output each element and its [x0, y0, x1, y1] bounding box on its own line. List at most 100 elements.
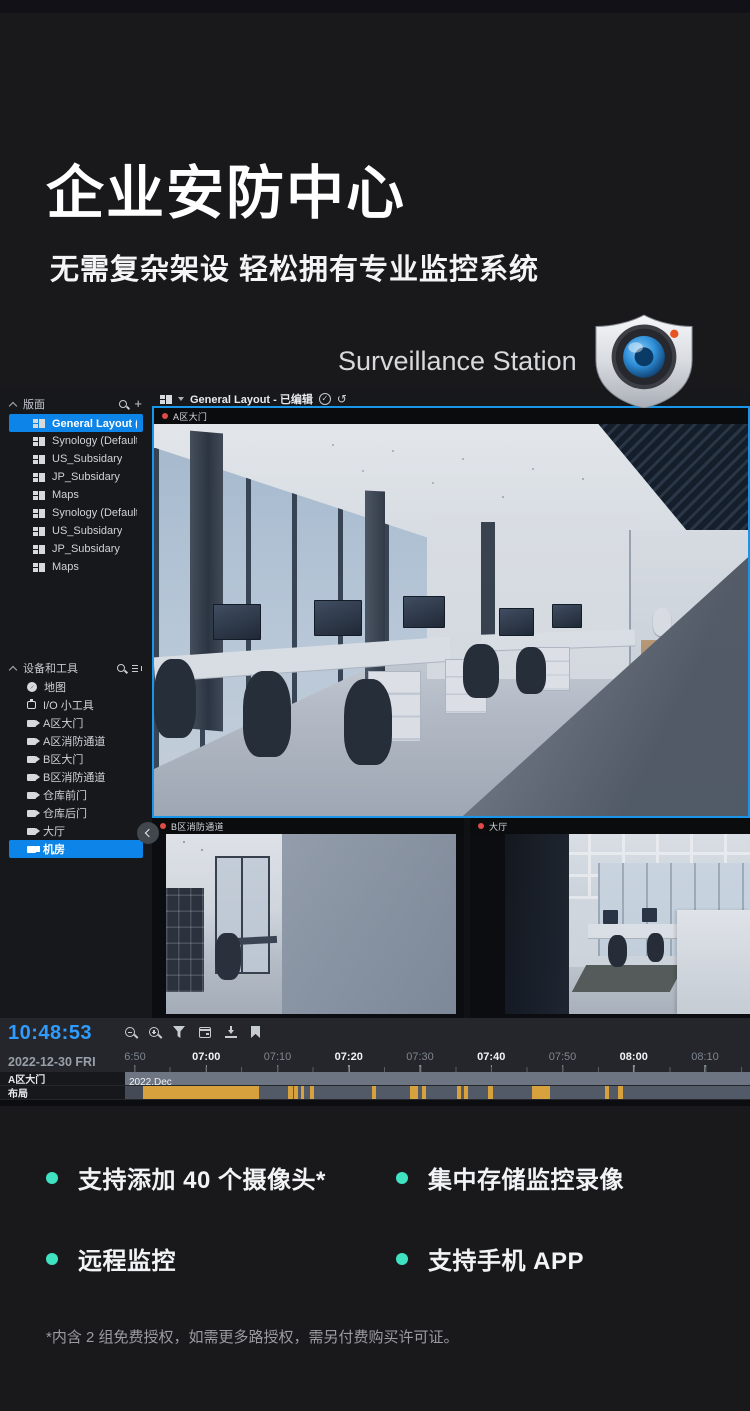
- recording-segment: [464, 1086, 468, 1099]
- sidebar-device-item[interactable]: B区消防通道: [9, 768, 143, 786]
- sidebar-device-item[interactable]: A区消防通道: [9, 732, 143, 750]
- layouts-section-header[interactable]: 版面 +: [0, 394, 152, 414]
- sidebar-layout-item[interactable]: Synology (Default): [9, 432, 143, 450]
- bookmark-icon[interactable]: [251, 1026, 260, 1038]
- layout-grid-icon[interactable]: [160, 395, 172, 404]
- feature-grid: 支持添加 40 个摄像头* 集中存储监控录像 远程监控 支持手机 APP: [46, 1160, 716, 1276]
- search-icon[interactable]: [117, 664, 125, 672]
- timeline-row-layout: 布局: [0, 1086, 750, 1099]
- sidebar-device-item[interactable]: 仓库前门: [9, 786, 143, 804]
- surveillance-shield-camera-icon: [588, 314, 700, 408]
- calendar-icon[interactable]: [199, 1027, 211, 1038]
- camera-tile-bottom-right[interactable]: 大厅: [470, 818, 750, 1018]
- search-icon[interactable]: [119, 400, 127, 408]
- tick-label: 08:00: [620, 1051, 648, 1063]
- tick-label: 6:50: [124, 1051, 145, 1063]
- page-title: 企业安防中心: [46, 146, 406, 230]
- sidebar-item-label: JP_Subsidary: [52, 543, 120, 555]
- devices-section-header[interactable]: 设备和工具: [0, 658, 152, 678]
- camera-tile-label: A区大门: [154, 408, 748, 424]
- timeline-row-label: A区大门: [0, 1072, 125, 1085]
- timeline-ruler[interactable]: 6:50 07:00 07:10 07:20 07:30 07:40 07:50…: [125, 1044, 750, 1072]
- layout-panes-icon: [33, 491, 45, 500]
- feature-label: 远程监控: [78, 1241, 176, 1276]
- sidebar-layout-item[interactable]: Maps: [9, 486, 143, 504]
- chevron-down-icon[interactable]: [178, 397, 184, 401]
- sidebar-item-label: 仓库前门: [43, 787, 87, 803]
- timeline-bottom-strip: [0, 1100, 750, 1106]
- io-icon: [27, 701, 36, 709]
- sidebar-layout-item[interactable]: US_Subsidary: [9, 522, 143, 540]
- sidebar-item-label: A区大门: [43, 715, 83, 731]
- bullet-dot-icon: [396, 1253, 408, 1265]
- tick-mark: [419, 1065, 421, 1072]
- tick-mark: [348, 1065, 350, 1072]
- recording-dot-icon: [160, 823, 166, 829]
- camera-tile-main[interactable]: A区大门: [152, 406, 750, 818]
- license-footnote: *内含 2 组免费授权，如需更多路授权，需另付费购买许可证。: [46, 1326, 459, 1347]
- tick-label: 07:00: [192, 1051, 220, 1063]
- chevron-up-icon[interactable]: [9, 401, 17, 409]
- undo-icon[interactable]: ↺: [337, 393, 347, 405]
- sidebar-device-item[interactable]: B区大门: [9, 750, 143, 768]
- timeline-date: 2022-12-30 FRI: [8, 1055, 96, 1069]
- camera-tile-bottom-left[interactable]: B区消防通道: [152, 818, 464, 1018]
- sidebar-device-item[interactable]: A区大门: [9, 714, 143, 732]
- camera-video-hallway-scene: [166, 834, 456, 1014]
- sidebar-layout-item[interactable]: JP_Subsidary: [9, 540, 143, 558]
- sidebar-device-item[interactable]: 地图: [9, 678, 143, 696]
- timeline-row-label: 布局: [0, 1086, 125, 1099]
- sidebar-device-item[interactable]: 大厅: [9, 822, 143, 840]
- camera-icon: [27, 846, 36, 853]
- sort-icon[interactable]: [132, 664, 142, 673]
- tick-label: 07:30: [406, 1051, 434, 1063]
- download-icon[interactable]: [225, 1026, 237, 1038]
- camera-icon: [27, 738, 36, 745]
- sidebar-item-label: Maps: [52, 561, 79, 573]
- add-icon[interactable]: +: [134, 399, 142, 409]
- tick-mark: [704, 1065, 706, 1072]
- sidebar-layout-item[interactable]: US_Subsidary: [9, 450, 143, 468]
- layout-panes-icon: [33, 455, 45, 464]
- tick-label: 08:10: [691, 1051, 719, 1063]
- sidebar-device-item[interactable]: 机房: [9, 840, 143, 858]
- current-layout-title[interactable]: General Layout - 已编辑: [190, 391, 313, 407]
- filter-icon[interactable]: [173, 1026, 185, 1038]
- sidebar-layout-item[interactable]: Maps: [9, 558, 143, 576]
- check-circle-icon[interactable]: ✓: [319, 393, 331, 405]
- feature-item: 支持手机 APP: [396, 1241, 706, 1276]
- device-list: 地图 I/O 小工具 A区大门 A区消防通道 B区大门 B区消防通道 仓库前门 …: [0, 678, 152, 858]
- sidebar-collapse-button[interactable]: [137, 822, 159, 844]
- tick-label: 07:40: [477, 1051, 505, 1063]
- sidebar-layout-item[interactable]: JP_Subsidary: [9, 468, 143, 486]
- tick-label: 07:10: [264, 1051, 292, 1063]
- scene-tint-overlay: [166, 834, 456, 1014]
- camera-tile-label: B区消防通道: [152, 818, 464, 834]
- timeline-band-camera[interactable]: 2022.Dec: [125, 1072, 750, 1085]
- bullet-dot-icon: [396, 1172, 408, 1184]
- chevron-up-icon[interactable]: [9, 665, 17, 673]
- camera-icon: [27, 756, 36, 763]
- layout-panes-icon: [33, 437, 45, 446]
- timeline-tick: 07:10: [264, 1051, 292, 1072]
- zoom-in-icon[interactable]: [149, 1027, 159, 1037]
- sidebar-layout-item[interactable]: Synology (Default): [9, 504, 143, 522]
- sidebar-device-item[interactable]: I/O 小工具: [9, 696, 143, 714]
- devices-section-title: 设备和工具: [23, 660, 110, 676]
- sidebar-item-label: US_Subsidary: [52, 453, 122, 465]
- feature-item: 远程监控: [46, 1241, 396, 1276]
- timeline-band-layout[interactable]: [125, 1086, 750, 1099]
- layouts-section-title: 版面: [23, 396, 112, 412]
- sidebar-item-label: General Layout (默认): [52, 415, 137, 431]
- recording-segment: [301, 1086, 305, 1099]
- sidebar-device-item[interactable]: 仓库后门: [9, 804, 143, 822]
- sidebar-layout-item[interactable]: General Layout (默认): [9, 414, 143, 432]
- zoom-out-icon[interactable]: [125, 1027, 135, 1037]
- timeline-band-month-label: 2022.Dec: [125, 1077, 172, 1085]
- camera-name: A区大门: [173, 410, 207, 423]
- sidebar-item-label: 机房: [43, 841, 65, 857]
- tick-label: 07:50: [549, 1051, 577, 1063]
- product-name: Surveillance Station: [338, 346, 577, 377]
- camera-video-lobby-scene: [505, 834, 750, 1014]
- recording-segment: [410, 1086, 418, 1099]
